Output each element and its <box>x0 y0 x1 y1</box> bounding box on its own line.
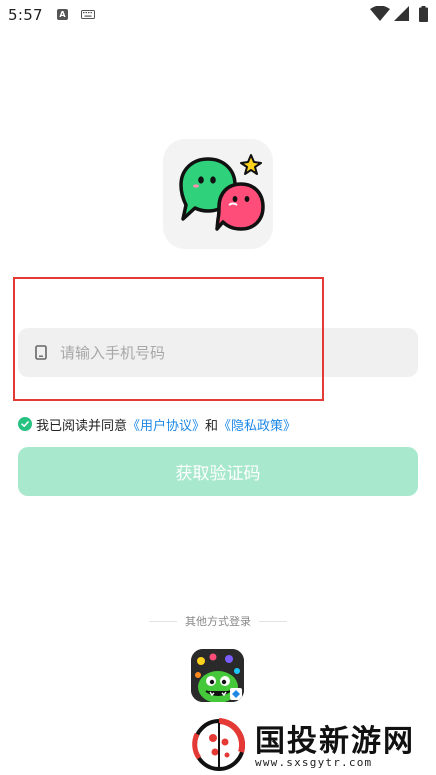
agreement-and: 和 <box>205 418 219 434</box>
divider-line-left <box>149 620 177 622</box>
app-logo <box>163 139 273 249</box>
agreement-row: 我已阅读并同意 《用户协议》 和 《隐私政策》 <box>18 414 296 434</box>
status-bar: 5:57 A <box>0 0 436 30</box>
phone-icon <box>35 345 47 360</box>
get-code-button[interactable]: 获取验证码 <box>18 447 418 496</box>
user-agreement-link[interactable]: 《用户协议》 <box>127 415 205 434</box>
phone-input[interactable] <box>60 328 400 377</box>
status-time: 5:57 <box>8 6 43 24</box>
phone-field[interactable] <box>18 328 418 377</box>
other-login-divider: 其他方式登录 <box>0 612 436 630</box>
agreement-prefix: 我已阅读并同意 <box>36 418 128 434</box>
watermark: 国投新游网 www.sxsgytr.com <box>185 712 435 774</box>
ladybug-logo-icon <box>192 718 246 771</box>
battery-icon <box>419 6 428 22</box>
divider-line-right <box>259 620 287 622</box>
chat-bubbles-logo-icon <box>179 154 265 231</box>
signal-icon <box>394 6 409 21</box>
green-monster-icon <box>191 649 244 702</box>
keyboard-icon <box>81 10 95 19</box>
other-login-label: 其他方式登录 <box>185 615 251 628</box>
wifi-icon <box>370 6 390 21</box>
watermark-title: 国投新游网 <box>255 724 415 759</box>
notification-a-icon: A <box>57 9 68 20</box>
privacy-policy-link[interactable]: 《隐私政策》 <box>218 415 296 434</box>
watermark-url: www.sxsgytr.com <box>255 756 373 769</box>
check-circle-icon[interactable] <box>18 417 32 431</box>
third-party-login-icon[interactable] <box>191 649 244 702</box>
